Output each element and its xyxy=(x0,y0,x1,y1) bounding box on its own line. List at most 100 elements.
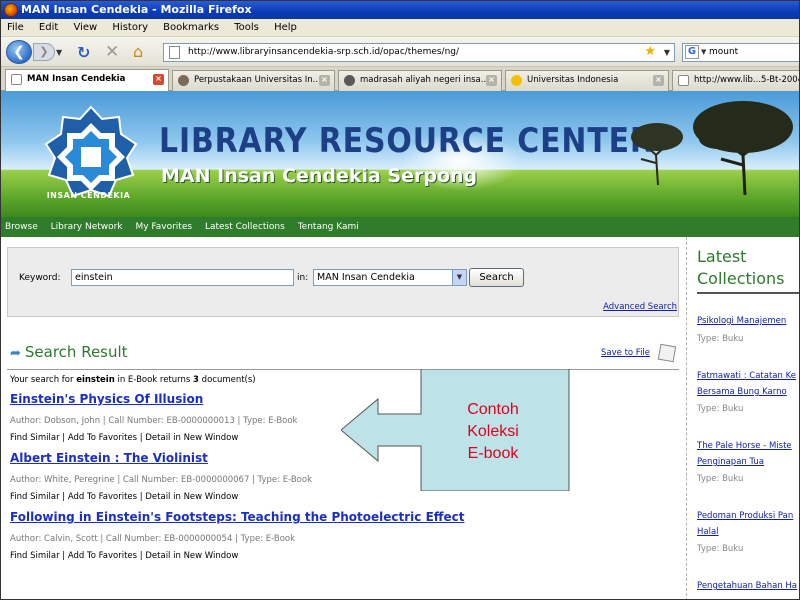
nav-my-favorites[interactable]: My Favorites xyxy=(135,222,192,232)
result-meta: Author: Calvin, Scott | Call Number: EB-… xyxy=(10,534,296,544)
site-favicon xyxy=(344,75,355,86)
latest-item-type: Type: Buku xyxy=(697,404,744,414)
home-icon[interactable]: ⌂ xyxy=(133,42,143,61)
tab-universitas-indonesia[interactable]: Universitas Indonesia × xyxy=(505,70,669,91)
web-search-value: mount xyxy=(709,47,739,57)
menu-file[interactable]: File xyxy=(7,22,24,33)
url-dropdown-icon[interactable]: ▼ xyxy=(664,44,670,61)
banner-subtitle: MAN Insan Cendekia Serpong xyxy=(161,165,478,187)
latest-item-type: Type: Buku xyxy=(697,474,744,484)
latest-item-title: Pedoman Produksi Pan xyxy=(697,511,794,521)
logo-caption: INSAN CENDEKIA xyxy=(46,191,131,200)
sidebar-divider xyxy=(686,237,687,599)
nav-latest-collections[interactable]: Latest Collections xyxy=(205,222,285,232)
add-to-favorites-link[interactable]: Add To Favorites xyxy=(68,433,137,443)
site-navigation: Browse Library Network My Favorites Late… xyxy=(1,217,799,237)
page-icon xyxy=(11,74,22,85)
summary-text: Your search for xyxy=(10,375,77,385)
menu-tools[interactable]: Tools xyxy=(234,22,259,33)
latest-item-link[interactable]: Fatmawati : Catatan Ke Bersama Bung Karno xyxy=(697,368,796,400)
result-meta: Author: Dobson, John | Call Number: EB-0… xyxy=(10,416,298,426)
detail-new-window-link[interactable]: Detail in New Window xyxy=(145,433,238,443)
tab-madrasah-aliyah[interactable]: madrasah aliyah negeri insa... × xyxy=(338,70,502,91)
reload-icon[interactable]: ↻ xyxy=(77,43,90,62)
keyword-input[interactable]: einstein xyxy=(71,269,294,286)
tab-man-insan-cendekia[interactable]: MAN Insan Cendekia × xyxy=(5,69,169,91)
find-similar-link[interactable]: Find Similar xyxy=(10,551,60,561)
tab-label: Universitas Indonesia xyxy=(527,75,619,85)
insan-cendekia-logo xyxy=(44,105,138,198)
close-tab-icon[interactable]: × xyxy=(319,75,330,86)
firefox-icon xyxy=(4,3,18,17)
search-engine-dropdown-icon[interactable]: ▼ xyxy=(701,44,706,61)
detail-new-window-link[interactable]: Detail in New Window xyxy=(145,492,238,502)
navigation-toolbar: ❮ ❯ ▼ ↻ ✕ ⌂ http://www.libraryinsancende… xyxy=(1,37,799,67)
back-button[interactable]: ❮ xyxy=(6,40,32,64)
collection-select[interactable]: MAN Insan Cendekia ▼ xyxy=(313,269,467,286)
nav-browse[interactable]: Browse xyxy=(5,222,38,232)
save-to-file-link[interactable]: Save to File xyxy=(601,348,650,358)
add-to-favorites-link[interactable]: Add To Favorites xyxy=(68,492,137,502)
latest-item-title: Halal xyxy=(697,527,719,537)
latest-item-type: Type: Buku xyxy=(697,544,744,554)
menu-bookmarks[interactable]: Bookmarks xyxy=(163,22,219,33)
latest-item-link[interactable]: Pedoman Produksi Pan Halal xyxy=(697,508,793,540)
advanced-search-link[interactable]: Advanced Search xyxy=(603,302,677,312)
latest-item-title: The Pale Horse - Miste xyxy=(697,441,792,451)
result-summary: Your search for einstein in E-Book retur… xyxy=(10,375,256,385)
page-icon xyxy=(678,75,689,86)
menu-edit[interactable]: Edit xyxy=(39,22,58,33)
find-similar-link[interactable]: Find Similar xyxy=(10,433,60,443)
address-url: http://www.libraryinsancendekia-srp.sch.… xyxy=(188,47,460,57)
heading-underline xyxy=(697,292,799,294)
web-search-input[interactable]: G ▼ mount xyxy=(682,43,799,62)
search-button[interactable]: Search xyxy=(469,268,524,287)
latest-item-link[interactable]: The Pale Horse - Miste Penginapan Tua xyxy=(697,438,792,470)
keyword-label: Keyword: xyxy=(19,273,61,283)
close-tab-icon[interactable]: × xyxy=(653,75,664,86)
summary-term: einstein xyxy=(76,375,115,385)
chevron-down-icon[interactable]: ▼ xyxy=(452,270,466,285)
tab-bar: MAN Insan Cendekia × Perpustakaan Univer… xyxy=(1,67,800,91)
tab-label: http://www.lib...5-Bt-2004 xyxy=(694,75,800,85)
address-bar[interactable]: http://www.libraryinsancendekia-srp.sch.… xyxy=(163,43,675,62)
bookmark-star-icon[interactable]: ★ xyxy=(644,44,656,60)
forward-arrow-icon: ❯ xyxy=(39,45,49,58)
find-similar-link[interactable]: Find Similar xyxy=(10,492,60,502)
tree-silhouette-large xyxy=(693,101,793,195)
tab-perpustakaan-ui[interactable]: Perpustakaan Universitas In... × xyxy=(172,70,335,91)
menu-view[interactable]: View xyxy=(73,22,97,33)
collection-value: MAN Insan Cendekia xyxy=(317,272,415,283)
add-to-favorites-link[interactable]: Add To Favorites xyxy=(68,551,137,561)
latest-item-title: Fatmawati : Catatan Ke xyxy=(697,371,796,381)
site-banner: INSAN CENDEKIA LIBRARY RESOURCE CENTER M… xyxy=(1,91,799,217)
stop-icon[interactable]: ✕ xyxy=(105,42,119,62)
result-title-link[interactable]: Following in Einstein's Footsteps: Teach… xyxy=(10,510,465,524)
nav-tentang-kami[interactable]: Tentang Kami xyxy=(298,222,359,232)
detail-new-window-link[interactable]: Detail in New Window xyxy=(145,551,238,561)
latest-item-link[interactable]: Psikologi Manajemen xyxy=(697,313,786,329)
latest-item-link[interactable]: Pengetahuan Bahan Ha xyxy=(697,578,797,594)
latest-item-title: Bersama Bung Karno xyxy=(697,387,787,397)
menu-history[interactable]: History xyxy=(112,22,148,33)
result-arrow-icon: ➦ xyxy=(10,346,21,361)
nav-library-network[interactable]: Library Network xyxy=(51,222,123,232)
menu-help[interactable]: Help xyxy=(274,22,297,33)
latest-item-title: Penginapan Tua xyxy=(697,457,764,467)
tree-silhouette-small xyxy=(631,123,683,185)
heading-line: Collections xyxy=(697,269,785,288)
result-title-link[interactable]: Albert Einstein : The Violinist xyxy=(10,451,208,465)
close-tab-icon[interactable]: × xyxy=(153,74,164,85)
google-icon[interactable]: G xyxy=(685,45,699,59)
tab-lib-url[interactable]: http://www.lib...5-Bt-2004 xyxy=(672,70,800,91)
result-title-link[interactable]: Einstein's Physics Of Illusion xyxy=(10,392,203,406)
latest-item-title: Pengetahuan Bahan Ha xyxy=(697,581,798,591)
history-dropdown-icon[interactable]: ▼ xyxy=(56,48,62,57)
save-file-icon[interactable] xyxy=(657,343,677,363)
close-tab-icon[interactable]: × xyxy=(486,75,497,86)
latest-item-type: Type: Buku xyxy=(697,334,744,344)
result-actions: Find Similar | Add To Favorites | Detail… xyxy=(10,551,239,561)
heading-line: Latest xyxy=(697,247,747,266)
forward-button[interactable]: ❯ xyxy=(33,43,55,61)
title-bar: MAN Insan Cendekia - Mozilla Firefox xyxy=(1,1,799,19)
